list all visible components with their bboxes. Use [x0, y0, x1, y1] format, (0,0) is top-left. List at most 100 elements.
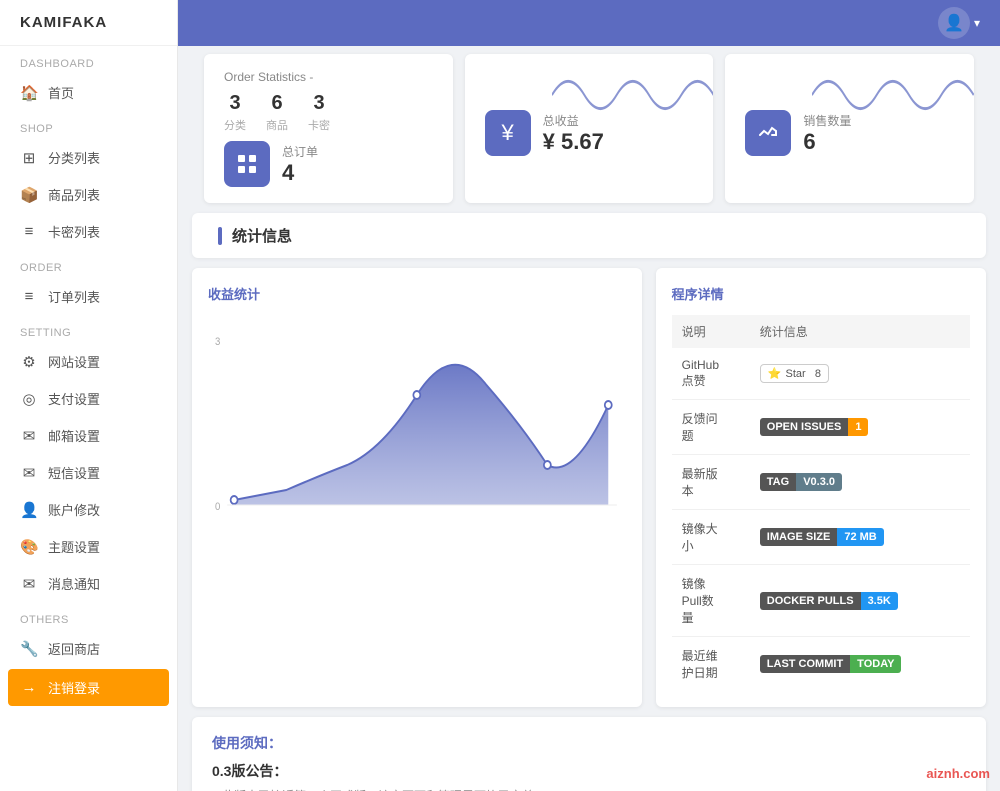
products-num: 6 商品 [266, 92, 288, 133]
sidebar-item-email-setting[interactable]: ✉ 邮箱设置 [0, 417, 177, 454]
row-label: 镜像大 小 [672, 510, 750, 565]
email-icon: ✉ [20, 427, 38, 445]
badge-value: 72 MB [837, 528, 883, 546]
section-shop: SHOP [0, 111, 177, 139]
badge-value: V0.3.0 [796, 473, 842, 491]
row-label: 最新版 本 [672, 455, 750, 510]
badge-value: 1 [848, 418, 868, 436]
last-commit-badge: LAST COMMIT TODAY [760, 655, 902, 673]
badge-label: LAST COMMIT [760, 655, 850, 673]
sidebar-item-back-shop[interactable]: 🔧 返回商店 [0, 630, 177, 667]
yen-icon: ¥ [502, 120, 514, 146]
app-logo: KAMIFAKA [0, 0, 177, 46]
sidebar-item-home[interactable]: 🏠 首页 [0, 74, 177, 111]
home-icon: 🏠 [20, 84, 38, 102]
topbar: 👤 ▾ [178, 0, 1000, 46]
avatar[interactable]: 👤 [938, 7, 970, 39]
sales-card: 销售数量 6 [725, 54, 974, 203]
sidebar-item-category[interactable]: ⊞ 分类列表 [0, 139, 177, 176]
sidebar-item-notice[interactable]: ✉ 消息通知 [0, 565, 177, 602]
sidebar-item-card[interactable]: ≡ 卡密列表 [0, 213, 177, 250]
section-dashboard: DASHBOARD [0, 46, 177, 74]
program-details-title: 程序详情 [672, 284, 970, 303]
content-row: 收益统计 3 0 [192, 268, 986, 707]
sidebar-item-account[interactable]: 👤 账户修改 [0, 491, 177, 528]
badge-value: 3.5K [861, 592, 898, 610]
gear-icon: ⚙ [20, 353, 38, 371]
sidebar-item-pay-setting[interactable]: ◎ 支付设置 [0, 380, 177, 417]
svg-text:0: 0 [215, 501, 221, 513]
open-issues-badge: OPEN ISSUES 1 [760, 418, 869, 436]
sidebar-item-site-setting[interactable]: ⚙ 网站设置 [0, 343, 177, 380]
row-value: DOCKER PULLS 3.5K [750, 565, 970, 637]
row-value: OPEN ISSUES 1 [750, 400, 970, 455]
sidebar-item-theme[interactable]: 🎨 主题设置 [0, 528, 177, 565]
col-description: 说明 [672, 315, 750, 348]
section-others: OTHERS [0, 602, 177, 630]
star-badge: ⭐ Star 8 [760, 364, 829, 383]
avatar-icon: 👤 [944, 13, 964, 33]
row-value: ⭐ Star 8 [750, 348, 970, 400]
table-row: 镜像大 小 IMAGE SIZE 72 MB [672, 510, 970, 565]
sales-icon-bg [745, 110, 791, 156]
details-table: 说明 统计信息 GitHub 点赞 ⭐ Star 8 [672, 315, 970, 691]
table-row: 镜像 Pull数 量 DOCKER PULLS 3.5K [672, 565, 970, 637]
order-total-info: 总订单 4 [282, 143, 318, 186]
order-icon: ≡ [20, 288, 38, 305]
theme-icon: 🎨 [20, 538, 38, 556]
revenue-icon-bg: ¥ [485, 110, 531, 156]
row-label: 最近维 护日期 [672, 637, 750, 692]
row-label: 反馈问 题 [672, 400, 750, 455]
main-content: 👤 ▾ Order Statistics - 3 分类 6 商品 3 卡密 [178, 0, 1000, 791]
chart-area: 3 0 [208, 315, 626, 518]
back-icon: 🔧 [20, 640, 38, 658]
chart-title: 收益统计 [208, 284, 626, 303]
category-icon: ⊞ [20, 149, 38, 167]
star-icon: ⭐ [768, 367, 782, 380]
col-stats: 统计信息 [750, 315, 970, 348]
card-icon: ≡ [20, 223, 38, 240]
notice-card: 使用须知： 0.3版公告： 1.此版本已接近第一个正式版，访客页面和管理界面均已… [192, 717, 986, 791]
section-setting: SETTING [0, 315, 177, 343]
order-stats-card: Order Statistics - 3 分类 6 商品 3 卡密 [204, 54, 453, 203]
table-row: 最新版 本 TAG V0.3.0 [672, 455, 970, 510]
badge-value: TODAY [850, 655, 901, 673]
order-stats-footer: 总订单 4 [224, 141, 433, 187]
sidebar-item-order[interactable]: ≡ 订单列表 [0, 278, 177, 315]
row-label: 镜像 Pull数 量 [672, 565, 750, 637]
tag-badge: TAG V0.3.0 [760, 473, 842, 491]
section-order: ORDER [0, 250, 177, 278]
categories-num: 3 分类 [224, 92, 246, 133]
row-value: TAG V0.3.0 [750, 455, 970, 510]
chart-card: 收益统计 3 0 [192, 268, 642, 707]
revenue-card: ¥ 总收益 ¥ 5.67 [465, 54, 714, 203]
avatar-dropdown-arrow: ▾ [974, 16, 980, 30]
sidebar-item-product[interactable]: 📦 商品列表 [0, 176, 177, 213]
sidebar-item-sms-setting[interactable]: ✉ 短信设置 [0, 454, 177, 491]
section-title: 统计信息 [232, 225, 292, 246]
product-icon: 📦 [20, 186, 38, 204]
sidebar-item-logout[interactable]: → 注销登录 [8, 669, 169, 706]
sidebar: KAMIFAKA DASHBOARD 🏠 首页 SHOP ⊞ 分类列表 📦 商品… [0, 0, 178, 791]
row-value: LAST COMMIT TODAY [750, 637, 970, 692]
logout-icon: → [20, 679, 38, 696]
row-value: IMAGE SIZE 72 MB [750, 510, 970, 565]
notice-title: 使用须知： [212, 733, 966, 753]
notice-icon: ✉ [20, 575, 38, 593]
order-stats-header: Order Statistics - [224, 70, 433, 84]
section-bar [218, 227, 222, 245]
table-row: 最近维 护日期 LAST COMMIT TODAY [672, 637, 970, 692]
badge-label: IMAGE SIZE [760, 528, 838, 546]
table-row: 反馈问 题 OPEN ISSUES 1 [672, 400, 970, 455]
docker-pulls-badge: DOCKER PULLS 3.5K [760, 592, 898, 610]
cards-num: 3 卡密 [308, 92, 330, 133]
order-stats-nums: 3 分类 6 商品 3 卡密 [224, 92, 433, 133]
notice-subtitle: 0.3版公告： [212, 761, 966, 781]
pay-icon: ◎ [20, 390, 38, 408]
section-header: 统计信息 [192, 213, 986, 258]
revenue-chart: 3 0 [208, 315, 626, 515]
badge-label: OPEN ISSUES [760, 418, 849, 436]
sms-icon: ✉ [20, 464, 38, 482]
badge-label: TAG [760, 473, 796, 491]
badge-label: DOCKER PULLS [760, 592, 861, 610]
